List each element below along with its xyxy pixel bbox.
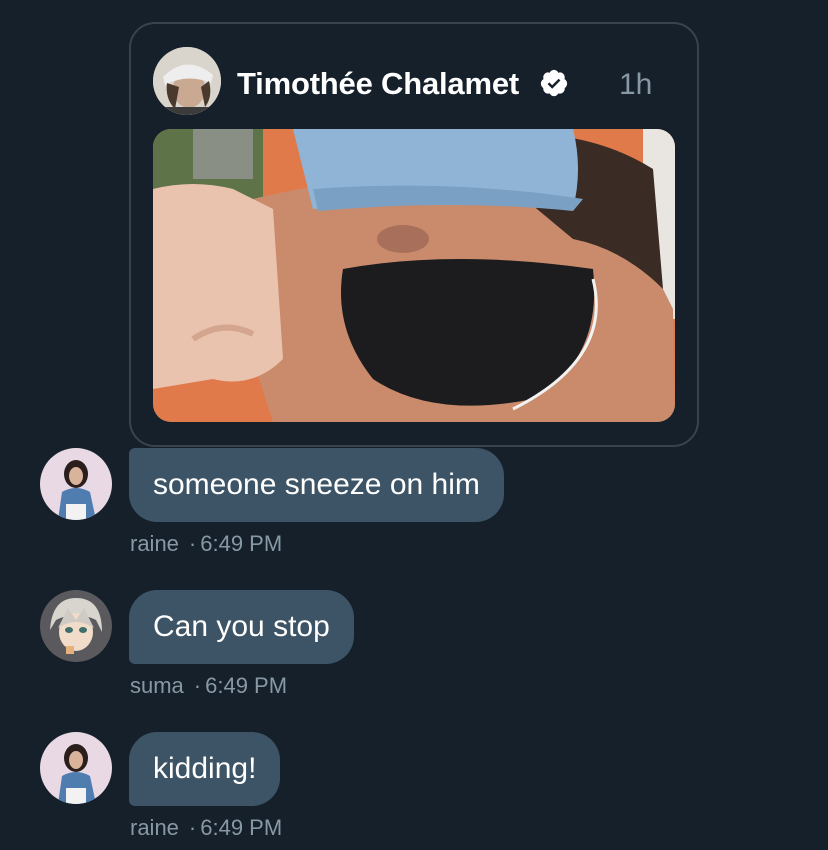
message-bubble[interactable]: kidding!	[129, 732, 281, 806]
shared-tweet-card[interactable]: Timothée Chalamet 1h	[129, 22, 699, 447]
message-time: 6:49 PM	[200, 815, 283, 840]
message-meta: raine · 6:49 PM	[130, 815, 282, 841]
message-time: 6:49 PM	[200, 531, 283, 556]
sender-avatar[interactable]	[40, 448, 112, 520]
sender-name: raine	[130, 531, 179, 556]
message-time: 6:49 PM	[205, 673, 288, 698]
message-bubble[interactable]: Can you stop	[129, 590, 354, 664]
meta-separator: ·	[193, 673, 202, 698]
message-bubble[interactable]: someone sneeze on him	[129, 448, 504, 522]
sender-name: suma	[130, 673, 184, 698]
sender-name: raine	[130, 815, 179, 840]
dm-conversation: Timothée Chalamet 1h someone sneeze on h…	[0, 0, 828, 850]
sender-avatar[interactable]	[40, 732, 112, 804]
tweet-author-avatar[interactable]	[153, 47, 221, 115]
meta-separator: ·	[188, 531, 197, 556]
tweet-photo[interactable]	[153, 129, 675, 422]
tweet-author-name[interactable]: Timothée Chalamet	[237, 66, 519, 102]
message-meta: suma · 6:49 PM	[130, 673, 287, 699]
message-meta: raine · 6:49 PM	[130, 531, 282, 557]
sender-avatar[interactable]	[40, 590, 112, 662]
meta-separator: ·	[188, 815, 197, 840]
verified-badge-icon	[540, 69, 568, 97]
tweet-timestamp: 1h	[619, 68, 653, 101]
